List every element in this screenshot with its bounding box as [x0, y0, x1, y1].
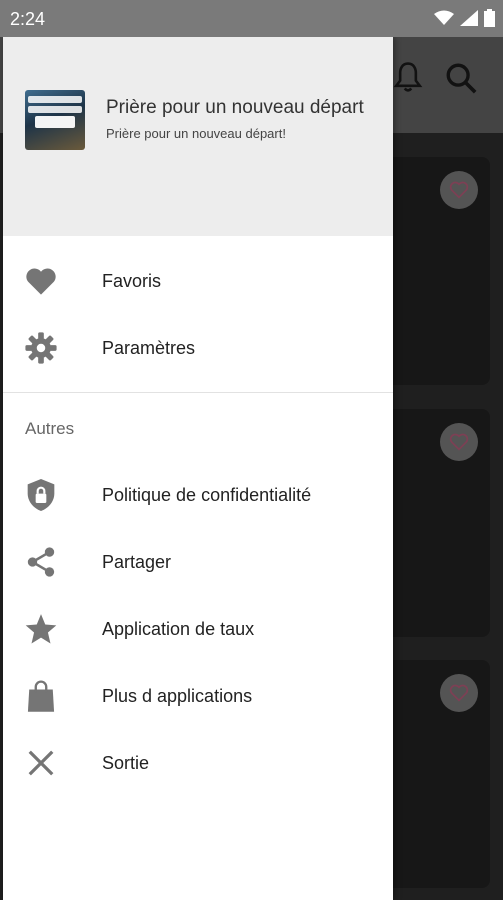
- status-icons: [434, 9, 495, 27]
- shopping-bag-icon: [23, 678, 59, 714]
- wifi-icon: [434, 10, 454, 25]
- close-icon: [23, 745, 59, 781]
- battery-icon: [484, 9, 495, 27]
- star-icon: [23, 611, 59, 647]
- menu-item-rate-app[interactable]: Application de taux: [3, 599, 393, 659]
- shield-lock-icon: [23, 477, 59, 513]
- menu-item-privacy-policy[interactable]: Politique de confidentialité: [3, 465, 393, 525]
- navigation-drawer: Prière pour un nouveau départ Prière pou…: [3, 37, 393, 900]
- menu-item-label: Politique de confidentialité: [102, 484, 312, 505]
- menu-item-label: Favoris: [102, 270, 162, 291]
- signal-icon: [460, 10, 478, 26]
- share-icon: [23, 544, 59, 580]
- status-time: 2:24: [10, 9, 46, 29]
- menu-item-more-apps[interactable]: Plus d applications: [3, 666, 393, 726]
- menu-item-exit[interactable]: Sortie: [3, 733, 393, 793]
- divider: [3, 392, 393, 393]
- section-title: Autres: [25, 419, 75, 438]
- app-subtitle: Prière pour un nouveau départ!: [106, 126, 286, 141]
- status-bar: 2:24: [0, 0, 503, 37]
- menu-item-favoris[interactable]: Favoris: [3, 251, 393, 311]
- app-title: Prière pour un nouveau départ: [106, 97, 364, 118]
- menu-item-label: Partager: [102, 551, 172, 572]
- drawer-header: Prière pour un nouveau départ Prière pou…: [3, 37, 393, 236]
- menu-item-label: Paramètres: [102, 337, 196, 358]
- app-logo: [25, 90, 85, 150]
- menu-item-share[interactable]: Partager: [3, 532, 393, 592]
- heart-icon: [23, 263, 59, 299]
- menu-item-label: Application de taux: [102, 618, 255, 639]
- menu-item-label: Plus d applications: [102, 685, 253, 706]
- menu-item-parametres[interactable]: Paramètres: [3, 318, 393, 378]
- gear-icon: [23, 330, 59, 366]
- menu-item-label: Sortie: [102, 752, 150, 773]
